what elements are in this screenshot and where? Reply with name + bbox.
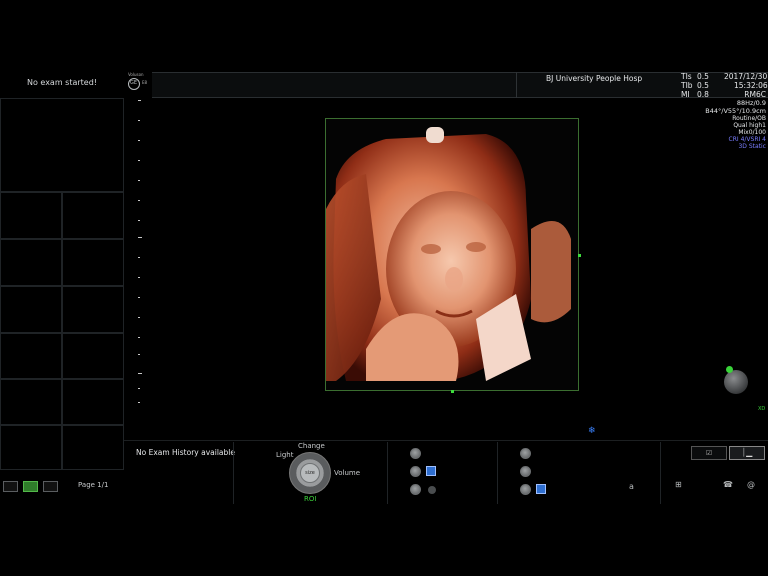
dial-center-label: size [305, 470, 315, 476]
quality-label: Qual high1 [733, 122, 766, 129]
mi-label: MI [681, 90, 690, 99]
chart-icon: ⏐▁ [741, 448, 753, 457]
angle-depth-label: B44°/V55°/10.9cm [705, 107, 766, 115]
control-button[interactable] [520, 484, 531, 495]
depth-tick [138, 100, 141, 101]
thumbnail-slot-5[interactable] [62, 239, 124, 286]
fetal-face-render [326, 119, 578, 390]
static-mode-label: 3D Static [738, 143, 766, 150]
thumbnail-slot-7[interactable] [62, 286, 124, 333]
hospital-name: BJ University People Hosp [546, 74, 643, 83]
mix-label: Mix0/100 [738, 129, 766, 136]
depth-tick [138, 277, 140, 278]
depth-tick [138, 180, 140, 181]
header-divider [516, 72, 517, 98]
save-icon[interactable] [536, 484, 546, 494]
render-marker [578, 254, 581, 257]
thumbnail-slot-8[interactable] [0, 333, 62, 379]
tib-value: 0.5 [697, 81, 709, 90]
header-bar [152, 72, 768, 98]
network-icon[interactable]: ⊞ [675, 480, 682, 489]
dial-right-label: Volume [334, 469, 361, 477]
cri-label: CRI 4/VSRI 4 [728, 136, 766, 143]
depth-tick [138, 160, 140, 161]
thumbnail-slot-6[interactable] [0, 286, 62, 333]
tis-label: TIs [681, 72, 692, 81]
preset-label: Routine/OB [732, 115, 766, 122]
depth-tick [138, 354, 140, 355]
exam-date: 2017/12/30 [724, 72, 768, 81]
3d-render-viewport[interactable] [325, 118, 579, 391]
depth-tick [138, 220, 140, 221]
annotation-icon[interactable]: a [629, 482, 634, 491]
view-toggle-edit-button[interactable]: ☑ [691, 446, 727, 460]
page-indicator: Page 1/1 [78, 481, 109, 489]
orientation-dot [726, 366, 733, 373]
edit-icon: ☑ [705, 449, 713, 457]
dial-left-label: Light [276, 451, 294, 459]
thumbnail-slot-11[interactable] [62, 379, 124, 425]
status-dot [428, 486, 436, 494]
thumbnail-panel [0, 98, 124, 470]
phone-icon[interactable]: ☎ [723, 480, 733, 489]
control-button[interactable] [520, 448, 531, 459]
dial-top-label: Change [298, 442, 325, 450]
control-button[interactable] [410, 484, 421, 495]
thumbnail-slot-3[interactable] [62, 192, 124, 239]
thumbnail-slot-9[interactable] [62, 333, 124, 379]
layout-single-button[interactable] [3, 481, 18, 492]
mi-value: 0.8 [697, 90, 709, 99]
brand-model: E8 [142, 80, 148, 85]
thumbnail-slot-2[interactable] [0, 192, 62, 239]
thumbnail-slot-4[interactable] [0, 239, 62, 286]
save-icon[interactable] [426, 466, 436, 476]
probe-label: RM6C [744, 90, 766, 99]
depth-tick [138, 373, 142, 374]
thumbnail-slot-10[interactable] [0, 379, 62, 425]
depth-tick [138, 337, 140, 338]
orientation-ball-icon[interactable] [724, 370, 748, 394]
depth-tick [138, 120, 140, 121]
orientation-label: XD [758, 406, 766, 412]
render-marker [451, 390, 454, 393]
view-toggle-chart-button[interactable]: ⏐▁ [729, 446, 765, 460]
depth-tick [138, 317, 140, 318]
depth-tick [138, 388, 140, 389]
brand-name: Voluson [128, 72, 144, 77]
exam-history-label: No Exam History available [136, 448, 235, 457]
thumbnail-slot-13[interactable] [62, 425, 124, 470]
depth-tick [138, 402, 140, 403]
depth-tick [138, 140, 140, 141]
layout-list-button[interactable] [43, 481, 58, 492]
freeze-icon: ❄ [588, 426, 596, 436]
ge-logo-icon [128, 78, 140, 90]
tis-value: 0.5 [697, 72, 709, 81]
exam-time: 15:32:06 [734, 81, 768, 90]
depth-tick [138, 200, 140, 201]
control-button[interactable] [410, 466, 421, 477]
at-icon[interactable]: @ [747, 480, 755, 489]
tib-label: TIb [681, 81, 693, 90]
thumbnail-slot-1[interactable] [0, 98, 124, 192]
depth-tick [138, 237, 142, 238]
control-button[interactable] [410, 448, 421, 459]
no-exam-label: No exam started! [26, 78, 97, 87]
frequency-label: 88Hz/0.9 [736, 99, 766, 107]
dial-bottom-label: ROI [304, 495, 317, 503]
control-button[interactable] [520, 466, 531, 477]
depth-tick [138, 257, 140, 258]
thumbnail-slot-12[interactable] [0, 425, 62, 470]
layout-grid-button[interactable] [23, 481, 38, 492]
depth-tick [138, 297, 140, 298]
